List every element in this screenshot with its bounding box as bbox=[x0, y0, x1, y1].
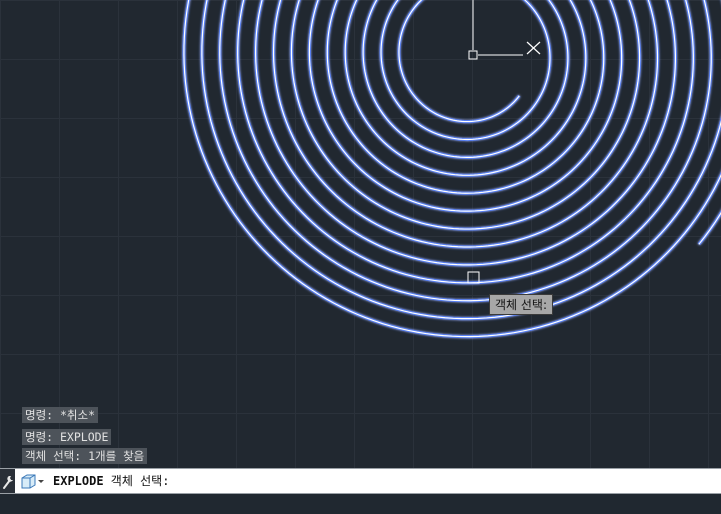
spiral-glow bbox=[182, 0, 721, 339]
command-history-line-2: 명령: EXPLODE bbox=[22, 429, 112, 445]
command-name: EXPLODE bbox=[53, 474, 104, 488]
command-line-bar[interactable]: EXPLODE 객체 선택: bbox=[0, 468, 721, 494]
command-history-line-3: 객체 선택: 1개를 찾음 bbox=[22, 448, 148, 464]
command-cube-icon[interactable] bbox=[19, 473, 49, 490]
command-line-input[interactable]: EXPLODE 객체 선택: bbox=[53, 469, 169, 493]
wrench-icon[interactable] bbox=[1, 472, 14, 490]
ucs-icon bbox=[468, 0, 541, 60]
command-line-handle[interactable] bbox=[0, 469, 15, 493]
drawing-viewport[interactable]: 객체 선택: 명령: *취소* 명령: EXPLODE 객체 선택: 1개를 찾… bbox=[0, 0, 721, 514]
dynamic-input-tooltip: 객체 선택: bbox=[489, 294, 554, 315]
command-prompt: 객체 선택: bbox=[103, 474, 170, 488]
command-history-line-1: 명령: *취소* bbox=[22, 407, 99, 423]
spiral[interactable] bbox=[182, 0, 721, 339]
status-bar bbox=[0, 494, 721, 514]
